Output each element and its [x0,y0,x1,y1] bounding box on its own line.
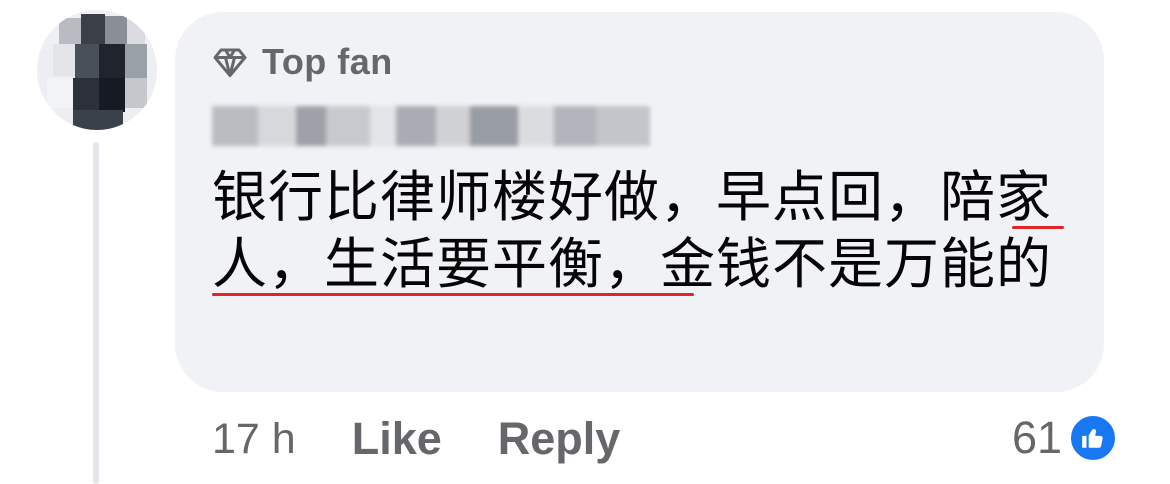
top-fan-badge[interactable]: Top fan [212,40,393,84]
comment-timestamp[interactable]: 17 h [212,415,296,464]
reaction-summary[interactable]: 61 [1012,408,1119,468]
reply-thread-line [93,142,99,484]
avatar[interactable] [37,10,157,130]
comment-actions: 17 h Like Reply [212,410,676,468]
badge-label: Top fan [262,41,393,82]
author-name-redacted[interactable] [212,101,650,151]
like-button[interactable]: Like [352,413,442,465]
reply-button[interactable]: Reply [498,413,621,465]
spellcheck-underline [212,293,694,296]
reaction-count: 61 [1012,412,1063,463]
diamond-icon [212,44,248,80]
spellcheck-underline [1012,226,1064,229]
comment-text: 银行比律师楼好做，早点回，陪家人，生活要平衡，金钱不是万能的 [212,165,1053,296]
thumbs-up-icon [1068,413,1119,463]
